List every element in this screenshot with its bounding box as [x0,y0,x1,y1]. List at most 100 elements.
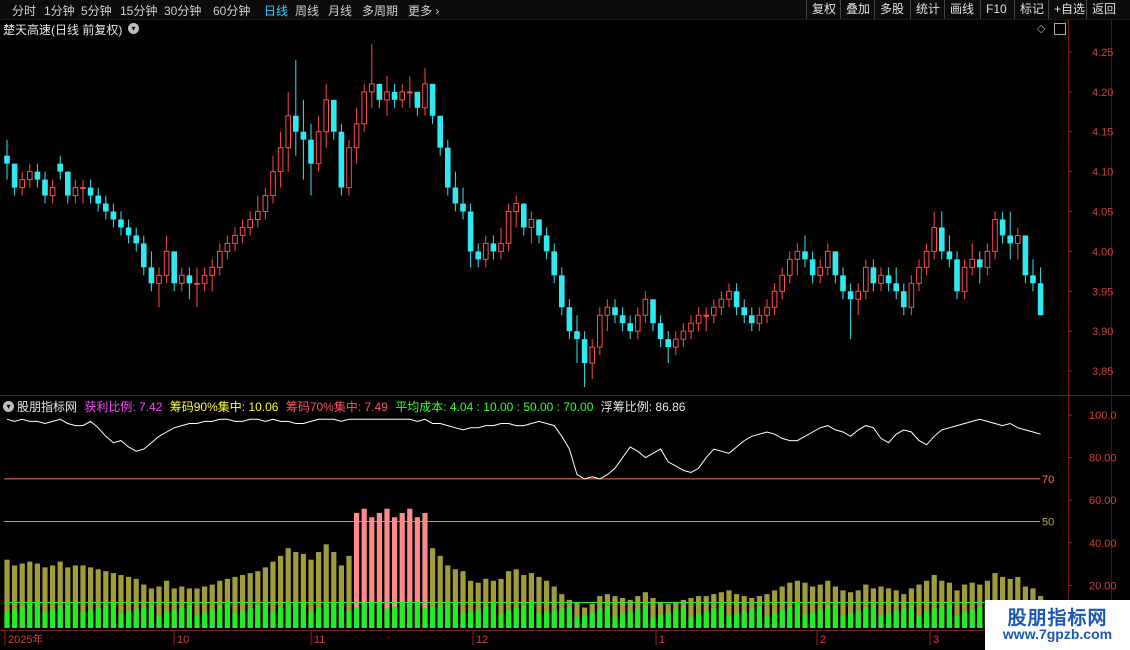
candle-body [543,235,550,252]
profit-bar [528,602,534,628]
profit-bar [323,603,329,628]
price-axis-label: 4.10 [1092,167,1113,179]
profit-bar [369,602,375,628]
profit-bar [285,604,291,628]
candle-body [619,315,626,324]
profit-bar [186,605,192,628]
profit-bar [726,615,732,628]
profit-bar [620,614,626,628]
candle-body [141,243,147,268]
candle-body [179,274,185,284]
indicator-dropdown-icon[interactable]: ▾ [3,401,14,412]
candle-body [80,187,86,190]
candle-body [559,275,565,308]
time-axis-label: 1 [659,634,665,646]
profit-bar [825,606,831,628]
profit-bar [817,609,823,628]
profit-bar [680,606,686,628]
candle-body [95,195,101,204]
candle-body [217,250,223,268]
profit-bar [870,605,876,628]
candle-body [802,251,808,260]
ind-axis-label: 60.00 [1089,495,1117,507]
indicator-name[interactable]: 股朋指标网 [17,400,77,414]
ref-label-50: 50 [1042,517,1054,529]
profit-bar [240,610,246,628]
profit-bar [392,606,398,628]
avgcost-label: 平均成本: [395,400,447,414]
candle-body [391,91,398,100]
candle-body [148,267,155,284]
profit-bar [72,602,78,628]
profit-bar [832,604,838,628]
profit-bar [209,609,215,628]
candle-body [376,83,383,100]
candle-body [445,147,451,188]
candle-body [756,314,763,324]
candle-body [72,187,79,197]
profit-bar [802,614,808,628]
candle-body [1007,235,1013,244]
price-axis-label: 4.15 [1092,127,1113,139]
profit-bar [886,612,892,628]
candle-body [110,211,117,220]
candle-body [277,147,284,173]
chip90-label: 筹码90%集中: [169,400,246,414]
candle-body [673,338,679,348]
profit-bar [977,607,983,628]
profit-bar [414,602,420,628]
candle-body [315,131,322,165]
profit-bar [126,611,132,628]
profit-bar [764,616,770,628]
candle-body [825,250,831,268]
kline-chart: 4.25 4.20 4.15 4.10 4.05 4.00 3.95 3.90 3.85 100.… [0,20,1130,650]
candle-body [657,323,664,340]
profit-bar [12,609,18,628]
candle-body [908,282,915,308]
profit-bar [437,605,443,628]
float-label: 浮筹比例: [600,400,653,414]
profit-bar [110,602,116,628]
profit-bar [794,604,800,628]
candle-body [483,242,489,260]
profit-bar [734,613,740,628]
avgcost-value: 4.04 [449,400,474,414]
candle-body [270,171,276,197]
profit-bar [361,603,367,628]
candle-body [194,282,200,285]
profit-bar [939,606,945,628]
candle-body [255,211,261,220]
price-axis-label: 4.20 [1092,87,1113,99]
profit-bar [42,612,48,628]
candle-body [901,291,907,308]
candle-body [977,259,983,268]
profit-bar [658,614,664,628]
candle-body [771,290,778,308]
candle-body [103,203,109,212]
candle-body [832,251,839,276]
ref-values: : 10.00 : 50.00 : 70.00 [476,400,594,414]
profit-bar [217,606,223,628]
candle-body [19,179,25,189]
candle-body [870,267,877,284]
candle-body [764,306,770,316]
ind-axis-label: 20.00 [1089,580,1117,592]
profit-bar [772,613,778,628]
candle-body [331,99,337,132]
profit-bar [551,610,557,628]
candle-body [946,251,953,260]
profit-bar [536,613,542,628]
candle-body [429,83,436,116]
time-axis-label: 11 [314,634,325,646]
profit-bar [665,612,671,628]
candle-body [931,226,938,252]
candle-body [4,155,10,164]
candle-body [597,314,603,348]
candle-body [863,266,869,292]
candle-body [680,330,687,340]
candle-body [407,91,413,94]
candle-body [787,258,793,276]
candle-body [999,219,1006,236]
candle-body [300,131,307,140]
profit-bar [597,608,603,628]
